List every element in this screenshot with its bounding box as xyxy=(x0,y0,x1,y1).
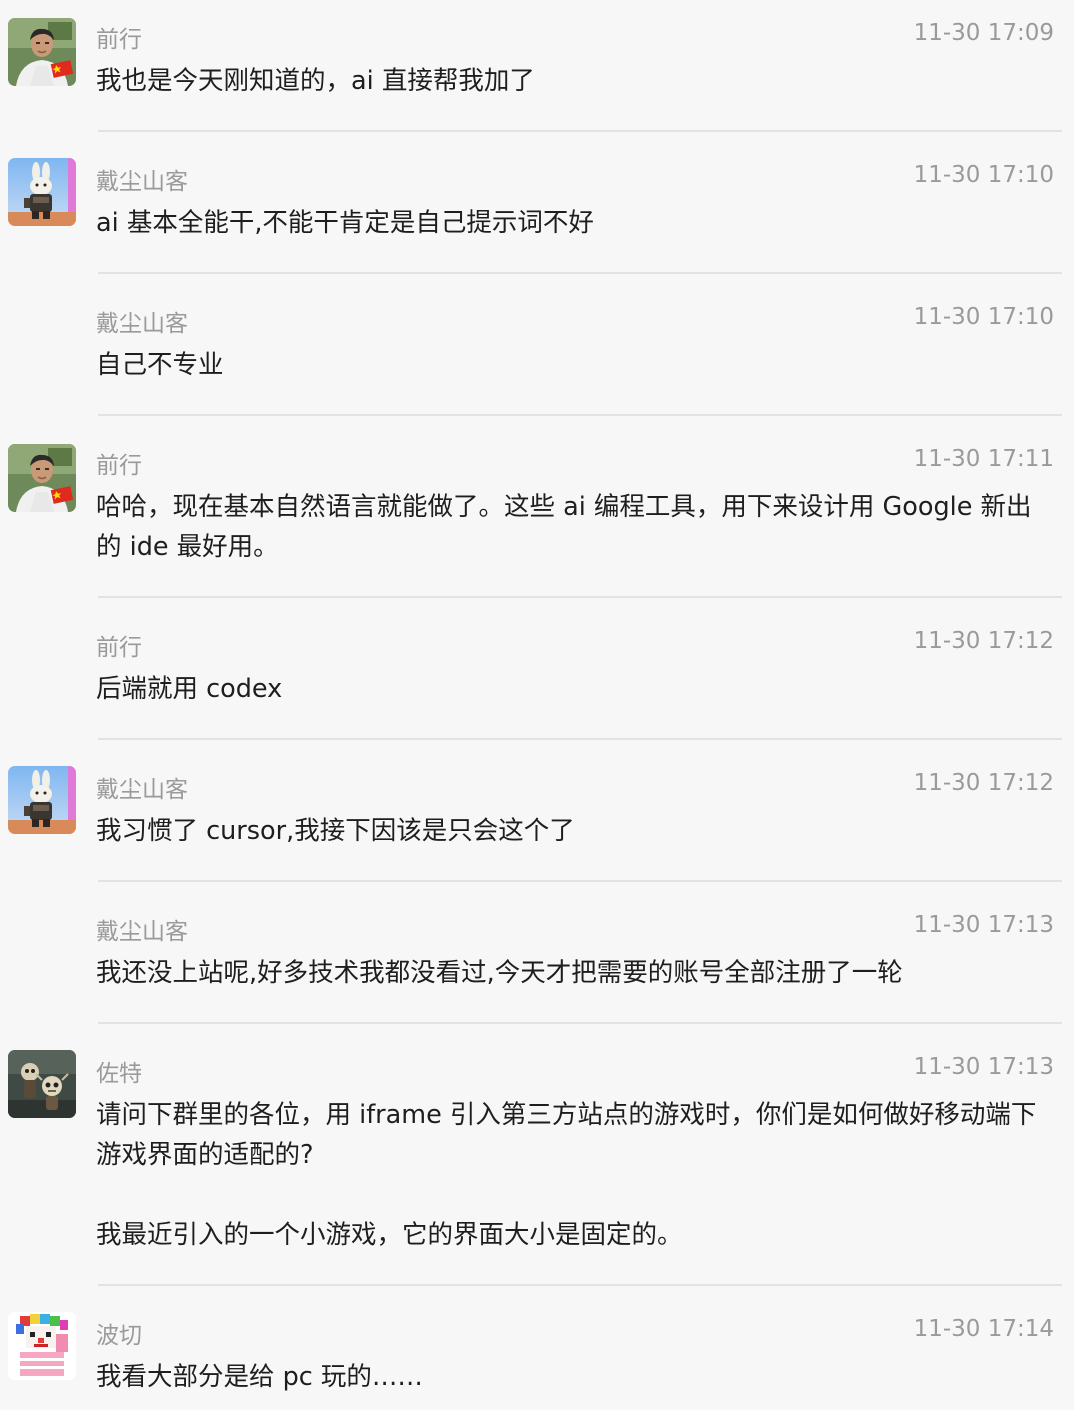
message-divider xyxy=(98,130,1062,132)
sender-name: 前行 xyxy=(96,635,142,661)
message-divider xyxy=(98,738,1062,740)
sender-name: 戴尘山客 xyxy=(96,311,188,337)
user-avatar[interactable] xyxy=(8,766,76,834)
message-divider xyxy=(98,414,1062,416)
armored-rabbit-avatar xyxy=(8,766,76,834)
user-avatar[interactable] xyxy=(8,1312,76,1380)
message-divider xyxy=(98,1022,1062,1024)
user-avatar[interactable] xyxy=(8,18,76,86)
armored-rabbit-avatar xyxy=(8,158,76,226)
sender-name: 佐特 xyxy=(96,1061,142,1087)
message-divider xyxy=(98,880,1062,882)
message-time: 11-30 17:12 xyxy=(913,770,1054,796)
message-time: 11-30 17:11 xyxy=(913,446,1054,472)
user-avatar[interactable] xyxy=(8,444,76,512)
sender-name: 前行 xyxy=(96,27,142,53)
user-avatar[interactable] xyxy=(8,1050,76,1118)
skull-figures-avatar xyxy=(8,1050,76,1118)
message-divider xyxy=(98,272,1062,274)
message-text: 我也是今天刚知道的，ai 直接帮我加了 xyxy=(96,66,535,96)
sender-name: 波切 xyxy=(96,1323,142,1349)
message-time: 11-30 17:10 xyxy=(913,304,1054,330)
message-time: 11-30 17:13 xyxy=(913,912,1054,938)
message-time: 11-30 17:09 xyxy=(913,20,1054,46)
message-time: 11-30 17:14 xyxy=(913,1316,1054,1342)
message-text: 哈哈，现在基本自然语言就能做了。这些 ai 编程工具，用下来设计用 Google… xyxy=(96,492,1032,562)
sender-name: 戴尘山客 xyxy=(96,919,188,945)
sender-name: 戴尘山客 xyxy=(96,777,188,803)
message-text: 我习惯了 cursor,我接下因该是只会这个了 xyxy=(96,816,575,846)
message-text: 自己不专业 xyxy=(96,350,224,380)
sender-name: 戴尘山客 xyxy=(96,169,188,195)
pixel-clown-avatar xyxy=(8,1312,76,1380)
sender-name: 前行 xyxy=(96,453,142,479)
message-text: 请问下群里的各位，用 iframe 引入第三方站点的游戏时，你们是如何做好移动端… xyxy=(96,1100,1037,1250)
man-with-flag-avatar xyxy=(8,18,76,86)
message-divider xyxy=(98,596,1062,598)
message-time: 11-30 17:13 xyxy=(913,1054,1054,1080)
message-text: 后端就用 codex xyxy=(96,674,283,704)
message-time: 11-30 17:10 xyxy=(913,162,1054,188)
user-avatar[interactable] xyxy=(8,158,76,226)
message-text: 我看大部分是给 pc 玩的…… xyxy=(96,1362,423,1392)
message-divider xyxy=(98,1284,1062,1286)
message-time: 11-30 17:12 xyxy=(913,628,1054,654)
man-with-flag-avatar xyxy=(8,444,76,512)
message-text: 我还没上站呢,好多技术我都没看过,今天才把需要的账号全部注册了一轮 xyxy=(96,958,903,988)
message-text: ai 基本全能干,不能干肯定是自己提示词不好 xyxy=(96,208,594,238)
